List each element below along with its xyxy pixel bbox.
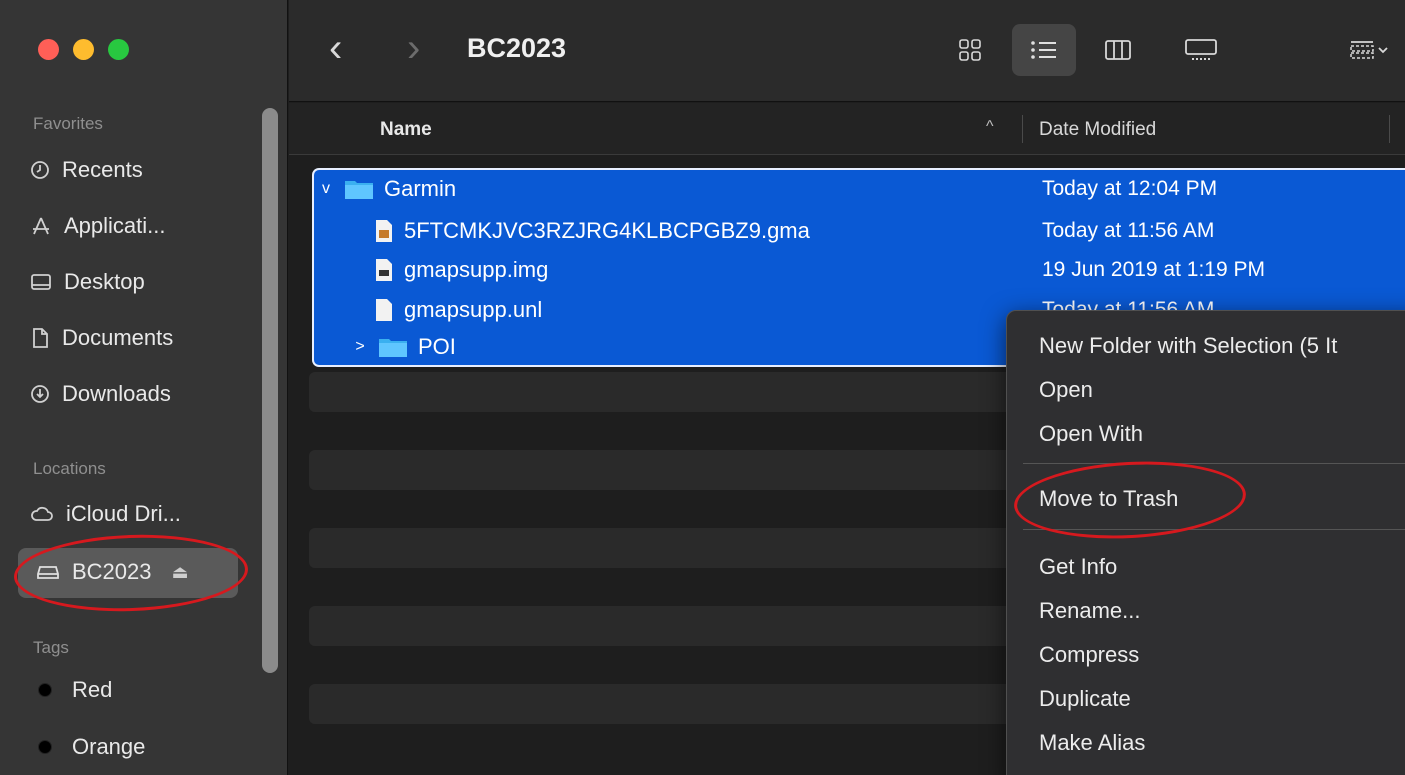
clock-icon	[31, 161, 49, 179]
zoom-window-button[interactable]	[108, 39, 129, 60]
sidebar-item-desktop[interactable]: Desktop	[30, 262, 145, 302]
sidebar-item-tag-orange[interactable]: Orange	[30, 727, 145, 767]
desktop-icon	[31, 274, 51, 290]
cloud-icon	[31, 506, 53, 521]
column-header-bar: Name ^ Date Modified	[289, 103, 1405, 155]
tag-dot-icon	[38, 683, 52, 697]
sidebar-item-applications[interactable]: Applicati...	[30, 206, 166, 246]
chevron-left-icon[interactable]: ‹	[329, 28, 342, 68]
gallery-icon	[1185, 39, 1217, 60]
sidebar-item-label: iCloud Dri...	[66, 501, 181, 526]
group-view-button[interactable]	[1339, 24, 1399, 76]
columns-icon	[1105, 40, 1131, 60]
sidebar-item-tag-red[interactable]: Red	[30, 670, 112, 710]
list-icon	[1031, 41, 1056, 59]
menu-item-new-folder-with-selection[interactable]: New Folder with Selection (5 It	[1039, 333, 1337, 359]
list-view-button[interactable]	[1012, 24, 1076, 76]
gma-file-icon	[376, 220, 392, 242]
file-name: gmapsupp.img	[404, 257, 549, 282]
file-date: 19 Jun 2019 at 1:19 PM	[1042, 258, 1265, 281]
column-divider[interactable]	[1389, 115, 1390, 143]
sidebar-item-label: Orange	[72, 734, 146, 759]
menu-item-get-info[interactable]: Get Info	[1039, 554, 1117, 580]
folder-icon	[345, 181, 373, 199]
menu-separator	[1023, 463, 1405, 464]
minimize-window-button[interactable]	[73, 39, 94, 60]
sidebar-item-label: Desktop	[64, 269, 145, 294]
file-date: Today at 12:04 PM	[1042, 177, 1218, 200]
sort-ascending-icon[interactable]: ^	[986, 118, 994, 136]
menu-item-open-with[interactable]: Open With	[1039, 421, 1143, 447]
document-icon	[33, 328, 48, 348]
table-row[interactable]: 5FTCMKJVC3RZJRG4KLBCPGBZ9.gma Today at 1…	[312, 211, 1405, 251]
window-controls	[38, 39, 129, 60]
sidebar-item-label: Downloads	[62, 381, 171, 406]
file-name: Garmin	[384, 176, 457, 201]
sidebar-item-icloud-drive[interactable]: iCloud Dri...	[30, 494, 181, 534]
sidebar-item-label: Recents	[62, 157, 143, 182]
file-name: gmapsupp.unl	[404, 297, 543, 322]
group-icon	[1350, 41, 1388, 59]
file-date: Today at 11:56 AM	[1042, 219, 1215, 242]
disk-image-file-icon	[376, 259, 392, 281]
sidebar-section-locations: Locations	[33, 459, 106, 478]
sidebar: Favorites Recents Applicati... Desktop D…	[0, 0, 288, 775]
column-divider[interactable]	[1022, 115, 1023, 143]
menu-item-compress[interactable]: Compress	[1039, 642, 1139, 668]
sidebar-item-recents[interactable]: Recents	[30, 150, 143, 190]
sidebar-item-label: Documents	[62, 325, 174, 350]
column-header-name[interactable]: Name	[380, 119, 432, 141]
file-name: 5FTCMKJVC3RZJRG4KLBCPGBZ9.gma	[404, 218, 810, 243]
window-title: BC2023	[467, 33, 567, 63]
menu-item-duplicate[interactable]: Duplicate	[1039, 686, 1131, 712]
menu-item-open[interactable]: Open	[1039, 377, 1093, 403]
close-window-button[interactable]	[38, 39, 59, 60]
download-icon	[31, 385, 49, 403]
sidebar-item-label: Applicati...	[64, 213, 166, 238]
sidebar-item-downloads[interactable]: Downloads	[30, 374, 171, 414]
sidebar-item-label: Red	[72, 677, 113, 702]
file-name: POI	[418, 334, 456, 359]
disclosure-open-icon[interactable]: v	[318, 180, 334, 198]
column-header-date-modified[interactable]: Date Modified	[1039, 119, 1156, 141]
column-view-button[interactable]	[1086, 24, 1150, 76]
gallery-view-button[interactable]	[1169, 24, 1233, 76]
disclosure-closed-icon[interactable]: >	[352, 338, 368, 356]
table-row[interactable]: gmapsupp.img 19 Jun 2019 at 1:19 PM	[312, 250, 1405, 290]
chevron-right-icon[interactable]: ›	[407, 28, 420, 68]
sidebar-section-tags: Tags	[33, 638, 69, 657]
folder-icon	[379, 339, 407, 357]
table-row[interactable]: v Garmin Today at 12:04 PM	[312, 169, 1405, 209]
document-file-icon	[376, 299, 392, 321]
sidebar-scrollbar[interactable]	[262, 108, 278, 673]
icon-view-button[interactable]	[938, 24, 1002, 76]
applications-icon	[33, 217, 49, 235]
menu-item-make-alias[interactable]: Make Alias	[1039, 730, 1145, 756]
context-menu: New Folder with Selection (5 It Open Ope…	[1006, 310, 1405, 775]
sidebar-section-favorites: Favorites	[33, 114, 103, 133]
menu-item-rename[interactable]: Rename...	[1039, 598, 1141, 624]
tag-dot-icon	[38, 740, 52, 754]
grid-icon	[959, 39, 981, 61]
sidebar-item-documents[interactable]: Documents	[30, 318, 173, 358]
toolbar: ‹ › BC2023	[289, 0, 1405, 102]
